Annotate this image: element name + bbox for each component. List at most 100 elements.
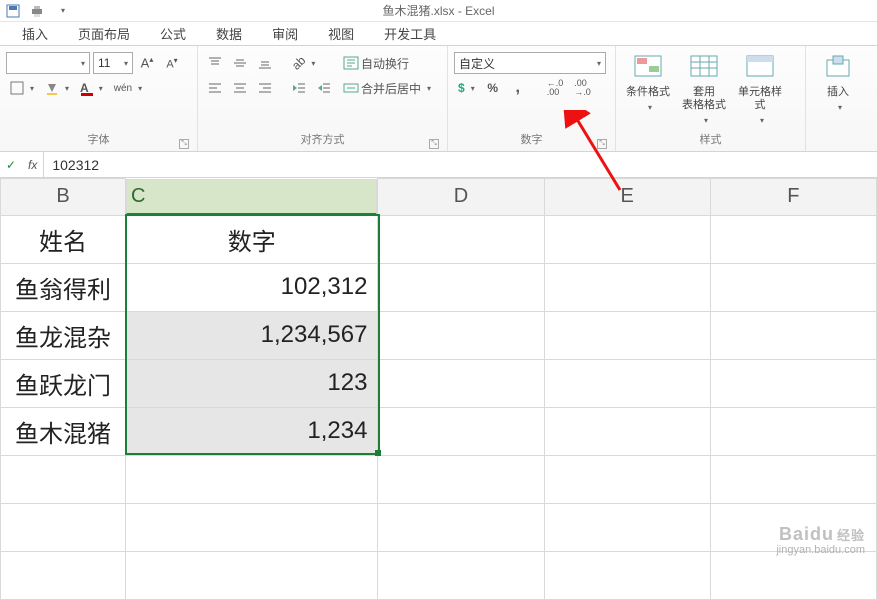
cell-empty[interactable] <box>544 359 710 407</box>
cell-empty[interactable] <box>710 359 876 407</box>
qat-customize-button[interactable]: ▾ <box>52 2 70 20</box>
insert-cells-button[interactable]: 插入 ▾ <box>812 50 864 114</box>
cell-empty[interactable] <box>1 455 126 503</box>
cell-empty[interactable] <box>544 455 710 503</box>
align-middle-button[interactable] <box>229 52 251 74</box>
cell-empty[interactable] <box>1 503 126 551</box>
column-header-B[interactable]: B <box>1 179 126 216</box>
font-color-button[interactable]: A▾ <box>76 77 107 99</box>
cell-empty[interactable] <box>1 551 126 599</box>
cell-b-2[interactable]: 鱼龙混杂 <box>1 311 126 359</box>
conditional-formatting-button[interactable]: 条件格式 ▾ <box>622 50 674 114</box>
border-button[interactable]: ▾ <box>6 77 38 99</box>
font-size-select[interactable]: 11▾ <box>93 52 133 74</box>
align-right-button[interactable] <box>254 77 276 99</box>
cell-empty[interactable] <box>710 263 876 311</box>
cell-empty[interactable] <box>544 407 710 455</box>
tab-formulas[interactable]: 公式 <box>156 21 190 46</box>
tab-page-layout[interactable]: 页面布局 <box>74 21 134 46</box>
cell-empty[interactable] <box>378 551 544 599</box>
cell-empty[interactable] <box>544 551 710 599</box>
cell-b-0[interactable]: 姓名 <box>1 215 126 263</box>
cell-c-4[interactable]: 1,234 <box>126 407 378 455</box>
align-top-icon <box>208 56 222 70</box>
cell-b-1[interactable]: 鱼翁得利 <box>1 263 126 311</box>
cell-empty[interactable] <box>126 551 378 599</box>
fill-icon <box>45 81 59 95</box>
font-name-select[interactable]: ▾ <box>6 52 90 74</box>
table-row: 鱼跃龙门123 <box>1 359 877 407</box>
cell-empty[interactable] <box>378 503 544 551</box>
check-icon: ✓ <box>6 158 16 172</box>
format-as-table-button[interactable]: 套用 表格格式 ▾ <box>678 50 730 127</box>
cell-b-4[interactable]: 鱼木混猪 <box>1 407 126 455</box>
quick-print-button[interactable] <box>28 2 46 20</box>
increase-indent-icon <box>317 81 331 95</box>
currency-button[interactable]: $▾ <box>454 77 479 99</box>
decrease-indent-button[interactable] <box>288 77 310 99</box>
column-header-E[interactable]: E <box>544 179 710 216</box>
cell-empty[interactable] <box>378 215 544 263</box>
cell-empty[interactable] <box>544 503 710 551</box>
wrap-text-button[interactable]: 自动换行 <box>339 52 449 74</box>
number-format-select[interactable]: 自定义 ▾ <box>454 52 606 74</box>
table-format-icon <box>689 54 719 84</box>
column-header-D[interactable]: D <box>378 179 544 216</box>
column-header-C[interactable]: C <box>126 179 377 215</box>
increase-decimal-button[interactable]: ←.0.00 <box>543 77 568 99</box>
cell-empty[interactable] <box>710 455 876 503</box>
phonetic-button[interactable]: wén▾ <box>110 77 146 99</box>
cell-b-3[interactable]: 鱼跃龙门 <box>1 359 126 407</box>
decrease-font-button[interactable]: A▾ <box>161 52 183 74</box>
decrease-decimal-button[interactable]: .00→.0 <box>570 77 595 99</box>
merge-center-button[interactable]: 合并后居中 ▾ <box>339 77 449 99</box>
number-dialog-launcher[interactable]: ⤡ <box>597 139 607 149</box>
increase-indent-button[interactable] <box>313 77 335 99</box>
orientation-button[interactable]: ab▾ <box>288 52 319 74</box>
tab-data[interactable]: 数据 <box>212 21 246 46</box>
align-left-button[interactable] <box>204 77 226 99</box>
cell-empty[interactable] <box>710 407 876 455</box>
increase-font-button[interactable]: A▴ <box>136 52 158 74</box>
alignment-dialog-launcher[interactable]: ⤡ <box>429 139 439 149</box>
cell-empty[interactable] <box>710 215 876 263</box>
column-header-F[interactable]: F <box>710 179 876 216</box>
cell-empty[interactable] <box>710 551 876 599</box>
tab-view[interactable]: 视图 <box>324 21 358 46</box>
font-dialog-launcher[interactable]: ⤡ <box>179 139 189 149</box>
percent-button[interactable]: % <box>482 77 504 99</box>
cell-c-0[interactable]: 数字 <box>126 215 378 263</box>
align-bottom-button[interactable] <box>254 52 276 74</box>
formula-input[interactable]: 102312 <box>44 157 877 173</box>
save-button[interactable] <box>4 2 22 20</box>
cell-empty[interactable] <box>544 215 710 263</box>
cell-empty[interactable] <box>378 311 544 359</box>
cell-empty[interactable] <box>710 311 876 359</box>
tab-insert[interactable]: 插入 <box>18 21 52 46</box>
cell-c-1[interactable]: 102,312 <box>126 263 378 311</box>
spreadsheet[interactable]: BCDEF 姓名数字鱼翁得利102,312鱼龙混杂1,234,567鱼跃龙门123… <box>0 178 877 600</box>
cell-empty[interactable] <box>378 407 544 455</box>
tab-developer[interactable]: 开发工具 <box>380 21 440 46</box>
chevron-down-icon: ▾ <box>471 84 475 93</box>
cell-c-3[interactable]: 123 <box>126 359 378 407</box>
align-top-button[interactable] <box>204 52 226 74</box>
cell-empty[interactable] <box>378 263 544 311</box>
align-center-button[interactable] <box>229 77 251 99</box>
cell-empty[interactable] <box>126 503 378 551</box>
confirm-button[interactable]: ✓ <box>0 158 22 172</box>
cell-empty[interactable] <box>544 263 710 311</box>
cell-empty[interactable] <box>544 311 710 359</box>
comma-button[interactable]: , <box>507 77 529 99</box>
tab-review[interactable]: 审阅 <box>268 21 302 46</box>
table-row: 鱼翁得利102,312 <box>1 263 877 311</box>
fill-color-button[interactable]: ▾ <box>41 77 73 99</box>
cell-empty[interactable] <box>378 359 544 407</box>
cell-c-2[interactable]: 1,234,567 <box>126 311 378 359</box>
table-row: 鱼木混猪1,234 <box>1 407 877 455</box>
cell-empty[interactable] <box>378 455 544 503</box>
fx-button[interactable]: fx <box>22 152 44 177</box>
cell-styles-button[interactable]: 单元格样式 ▾ <box>734 50 786 127</box>
align-center-icon <box>233 81 247 95</box>
cell-empty[interactable] <box>126 455 378 503</box>
